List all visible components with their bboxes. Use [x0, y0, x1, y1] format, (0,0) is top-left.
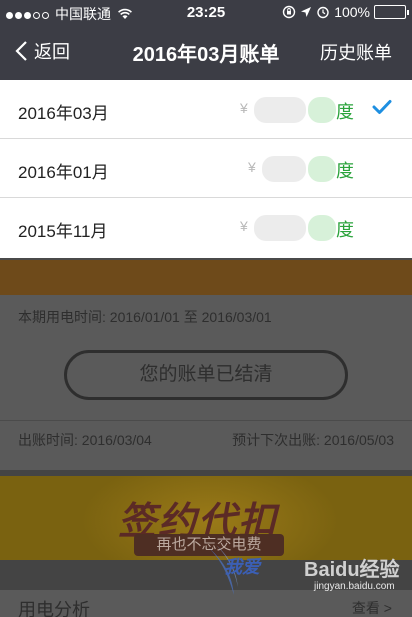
blurred-usage: [308, 97, 336, 123]
usage-unit: 度: [336, 161, 354, 181]
bill-month-dropdown: 2016年03月 ¥ 度 2016年01月 ¥ 度 2015年11月 ¥ 度: [0, 80, 412, 258]
usage-analysis-label: 用电分析: [18, 600, 90, 617]
issue-date: 出账时间: 2016/03/04: [18, 432, 152, 448]
battery-percentage: 100%: [334, 4, 370, 20]
usage-unit: 度: [336, 102, 354, 122]
currency-symbol: ¥: [240, 100, 248, 116]
top-bar: 中国联通 23:25 100% 返回 2016年03月账单 历史账单: [0, 0, 412, 80]
blurred-usage: [308, 215, 336, 241]
bill-summary-card: 本期用电时间: 2016/01/01 至 2016/03/01 您的账单已结清 …: [0, 295, 412, 470]
location-arrow-icon: [301, 7, 312, 17]
checkmark-icon: [372, 100, 392, 114]
header-band: [0, 260, 412, 295]
watermark-brand: Baidu经验: [304, 559, 400, 581]
blurred-amount: [254, 97, 306, 123]
usage-unit: 度: [336, 220, 354, 240]
battery-icon: [374, 5, 409, 19]
status-bar: 中国联通 23:25 100%: [0, 0, 412, 24]
alarm-icon: [317, 6, 329, 19]
bill-month-date: 2016年03月: [18, 104, 109, 123]
bill-month-date: 2015年11月: [18, 222, 108, 241]
blurred-amount: [254, 215, 306, 241]
currency-symbol: ¥: [240, 218, 248, 234]
status-right: 100%: [282, 4, 409, 20]
watermark-text: 我爱: [224, 557, 260, 577]
bill-month-date: 2016年01月: [18, 163, 109, 182]
history-bills-button[interactable]: 历史账单: [320, 39, 392, 65]
billing-period: 本期用电时间: 2016/01/01 至 2016/03/01: [18, 309, 272, 325]
dimmed-background[interactable]: 本期用电时间: 2016/01/01 至 2016/03/01 您的账单已结清 …: [0, 260, 412, 617]
bill-month-option[interactable]: 2016年03月 ¥ 度: [0, 80, 412, 139]
navigation-bar: 返回 2016年03月账单 历史账单: [0, 24, 412, 80]
blurred-usage: [308, 156, 336, 182]
bill-settled-button[interactable]: 您的账单已结清: [64, 350, 348, 400]
divider: [0, 420, 412, 421]
bill-month-option[interactable]: 2015年11月 ¥ 度: [0, 198, 412, 258]
baidu-watermark: 我爱 Baidu经验 jingyan.baidu.com: [204, 541, 410, 611]
next-issue-date: 预计下次出账: 2016/05/03: [232, 432, 394, 448]
orientation-lock-icon: [282, 5, 296, 19]
blurred-amount: [262, 156, 306, 182]
bill-month-option[interactable]: 2016年01月 ¥ 度: [0, 139, 412, 198]
currency-symbol: ¥: [248, 159, 256, 175]
watermark-url: jingyan.baidu.com: [314, 581, 395, 592]
